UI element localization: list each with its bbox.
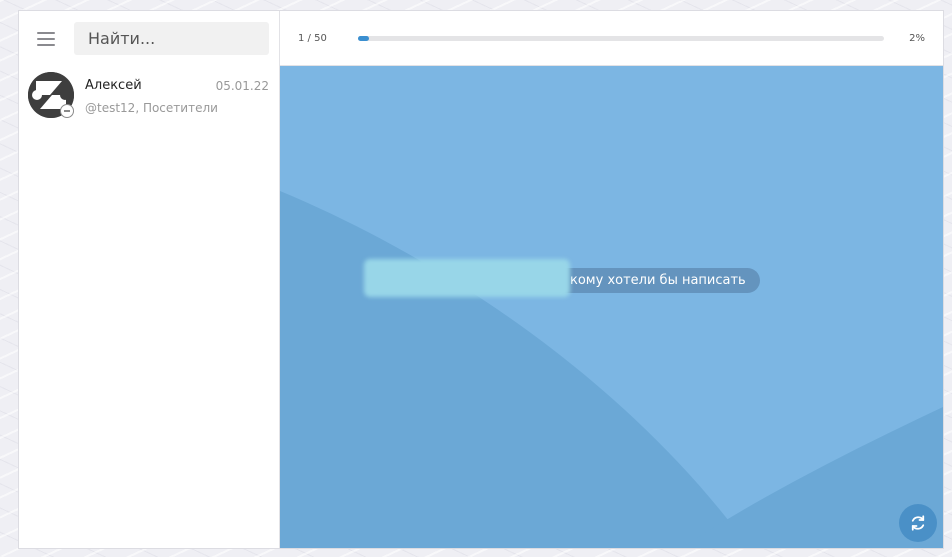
chat-subtitle: @test12, Посетители bbox=[85, 101, 218, 115]
redacted-area bbox=[364, 259, 570, 297]
page-counter: 1 / 50 bbox=[298, 32, 327, 44]
chat-area: кому хотели бы написать bbox=[280, 66, 943, 548]
background-waves bbox=[280, 191, 943, 548]
hint-text: кому хотели бы написать bbox=[570, 273, 746, 288]
hamburger-menu-icon[interactable] bbox=[37, 31, 57, 46]
minus-status-icon bbox=[60, 104, 74, 118]
chat-name: Алексей bbox=[85, 78, 142, 93]
app-window: Алексей 05.01.22 @test12, Посетители 1 /… bbox=[18, 10, 944, 549]
sidebar: Алексей 05.01.22 @test12, Посетители bbox=[19, 11, 280, 548]
progress-bar-header: 1 / 50 2% bbox=[280, 11, 943, 66]
progress-percent: 2% bbox=[909, 32, 925, 44]
refresh-icon bbox=[911, 515, 925, 531]
progress-fill bbox=[358, 35, 369, 41]
main-panel: 1 / 50 2% кому хотели бы написать bbox=[280, 11, 943, 548]
search-input[interactable] bbox=[74, 22, 269, 55]
chat-date: 05.01.22 bbox=[215, 79, 269, 93]
chat-list-item[interactable] bbox=[19, 66, 279, 126]
sidebar-header bbox=[19, 11, 279, 66]
progress-track bbox=[358, 35, 884, 41]
refresh-button[interactable] bbox=[899, 504, 937, 542]
